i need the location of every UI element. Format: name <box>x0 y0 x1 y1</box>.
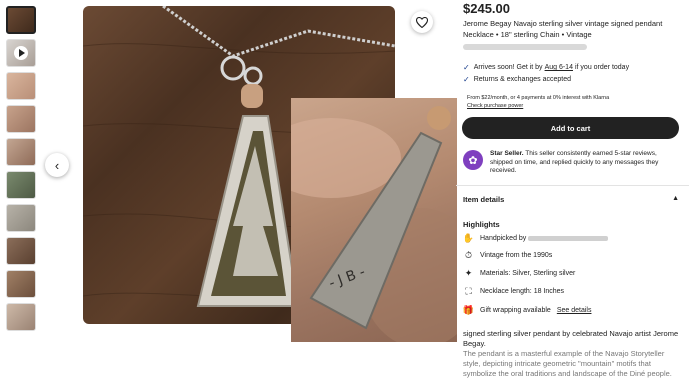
ruler-icon: ⛶ <box>465 286 472 296</box>
item-details-heading: Item details <box>463 195 505 204</box>
returns-info: ✓ Returns & exchanges accepted <box>463 75 571 84</box>
hand-icon: ✋ <box>462 233 475 243</box>
handpicked-text: Handpicked by <box>480 235 527 242</box>
see-details-link[interactable]: See details <box>557 307 592 314</box>
sparkle-icon: ✦ <box>464 268 473 278</box>
highlights-heading: Highlights <box>463 220 500 229</box>
thumbnail-8[interactable] <box>6 237 36 265</box>
zoomed-back-image: - J B - <box>291 98 457 342</box>
check-icon: ✓ <box>463 63 470 72</box>
delivery-info: ✓ Arrives soon! Get it by Aug 6-14 if yo… <box>463 63 629 72</box>
delivery-dates-link[interactable]: Aug 6-14 <box>545 64 573 71</box>
clock-icon: ⏱ <box>464 250 473 260</box>
pendant-back-illustration: - J B - <box>291 106 457 342</box>
play-icon <box>14 46 28 60</box>
delivery-suffix: if you order today <box>574 64 630 71</box>
listing-title: Jerome Begay Navajo sterling silver vint… <box>463 19 663 39</box>
materials-text: Materials: Silver, Sterling silver <box>480 270 576 277</box>
thumbnail-strip <box>6 6 38 336</box>
star-seller-box: ✿ Star Seller. This seller consistently … <box>463 150 679 176</box>
description: signed sterling silver pendant by celebr… <box>463 329 679 379</box>
thumbnail-3[interactable] <box>6 72 36 100</box>
curator-name-redacted <box>528 236 609 241</box>
thumbnail-6[interactable] <box>6 171 36 199</box>
length-text: Necklace length: 18 Inches <box>480 288 565 295</box>
highlight-vintage: ⏱ Vintage from the 1990s <box>463 250 552 261</box>
shop-name-redacted <box>463 44 587 50</box>
heart-icon <box>416 16 428 28</box>
star-seller-badge-icon: ✿ <box>463 150 483 170</box>
gift-icon: 🎁 <box>462 305 475 315</box>
thumbnail-5[interactable] <box>6 138 36 166</box>
klarna-info: From $22/month, or 4 payments at 0% inte… <box>467 94 609 110</box>
chevron-up-icon: ▲ <box>672 195 679 202</box>
divider <box>456 185 689 186</box>
thumbnail-1[interactable] <box>6 6 36 34</box>
thumbnail-4[interactable] <box>6 105 36 133</box>
add-to-cart-button[interactable]: Add to cart <box>462 117 679 139</box>
favorite-button[interactable] <box>411 11 433 33</box>
star-seller-title: Star Seller. <box>490 150 524 157</box>
thumbnail-10[interactable] <box>6 303 36 331</box>
previous-image-button[interactable]: ‹ <box>45 153 69 177</box>
highlight-gift-wrap: 🎁 Gift wrapping available See details <box>462 305 592 316</box>
delivery-prefix: Arrives soon! Get it by <box>473 64 543 71</box>
highlight-length: ⛶ Necklace length: 18 Inches <box>463 286 564 297</box>
returns-text: Returns & exchanges accepted <box>473 76 571 83</box>
gift-wrap-text: Gift wrapping available <box>480 307 551 314</box>
klarna-line: From $22/month, or 4 payments at 0% inte… <box>467 95 610 101</box>
thumbnail-9[interactable] <box>6 270 36 298</box>
description-paragraph-1: signed sterling silver pendant by celebr… <box>463 329 679 348</box>
check-icon: ✓ <box>463 75 470 84</box>
highlight-handpicked: ✋ Handpicked by <box>462 233 609 244</box>
vintage-text: Vintage from the 1990s <box>480 252 553 259</box>
thumbnail-video[interactable] <box>6 39 36 67</box>
chevron-left-icon: ‹ <box>54 157 60 173</box>
description-paragraph-2: The pendant is a masterful example of th… <box>463 349 672 378</box>
price: $245.00 <box>463 1 510 16</box>
highlight-materials: ✦ Materials: Silver, Sterling silver <box>463 268 576 279</box>
star-seller-text: Star Seller. This seller consistently ea… <box>490 150 679 176</box>
klarna-link[interactable]: Check purchase power <box>467 102 609 110</box>
item-details-toggle[interactable]: Item details ▲ <box>463 195 679 204</box>
thumbnail-7[interactable] <box>6 204 36 232</box>
